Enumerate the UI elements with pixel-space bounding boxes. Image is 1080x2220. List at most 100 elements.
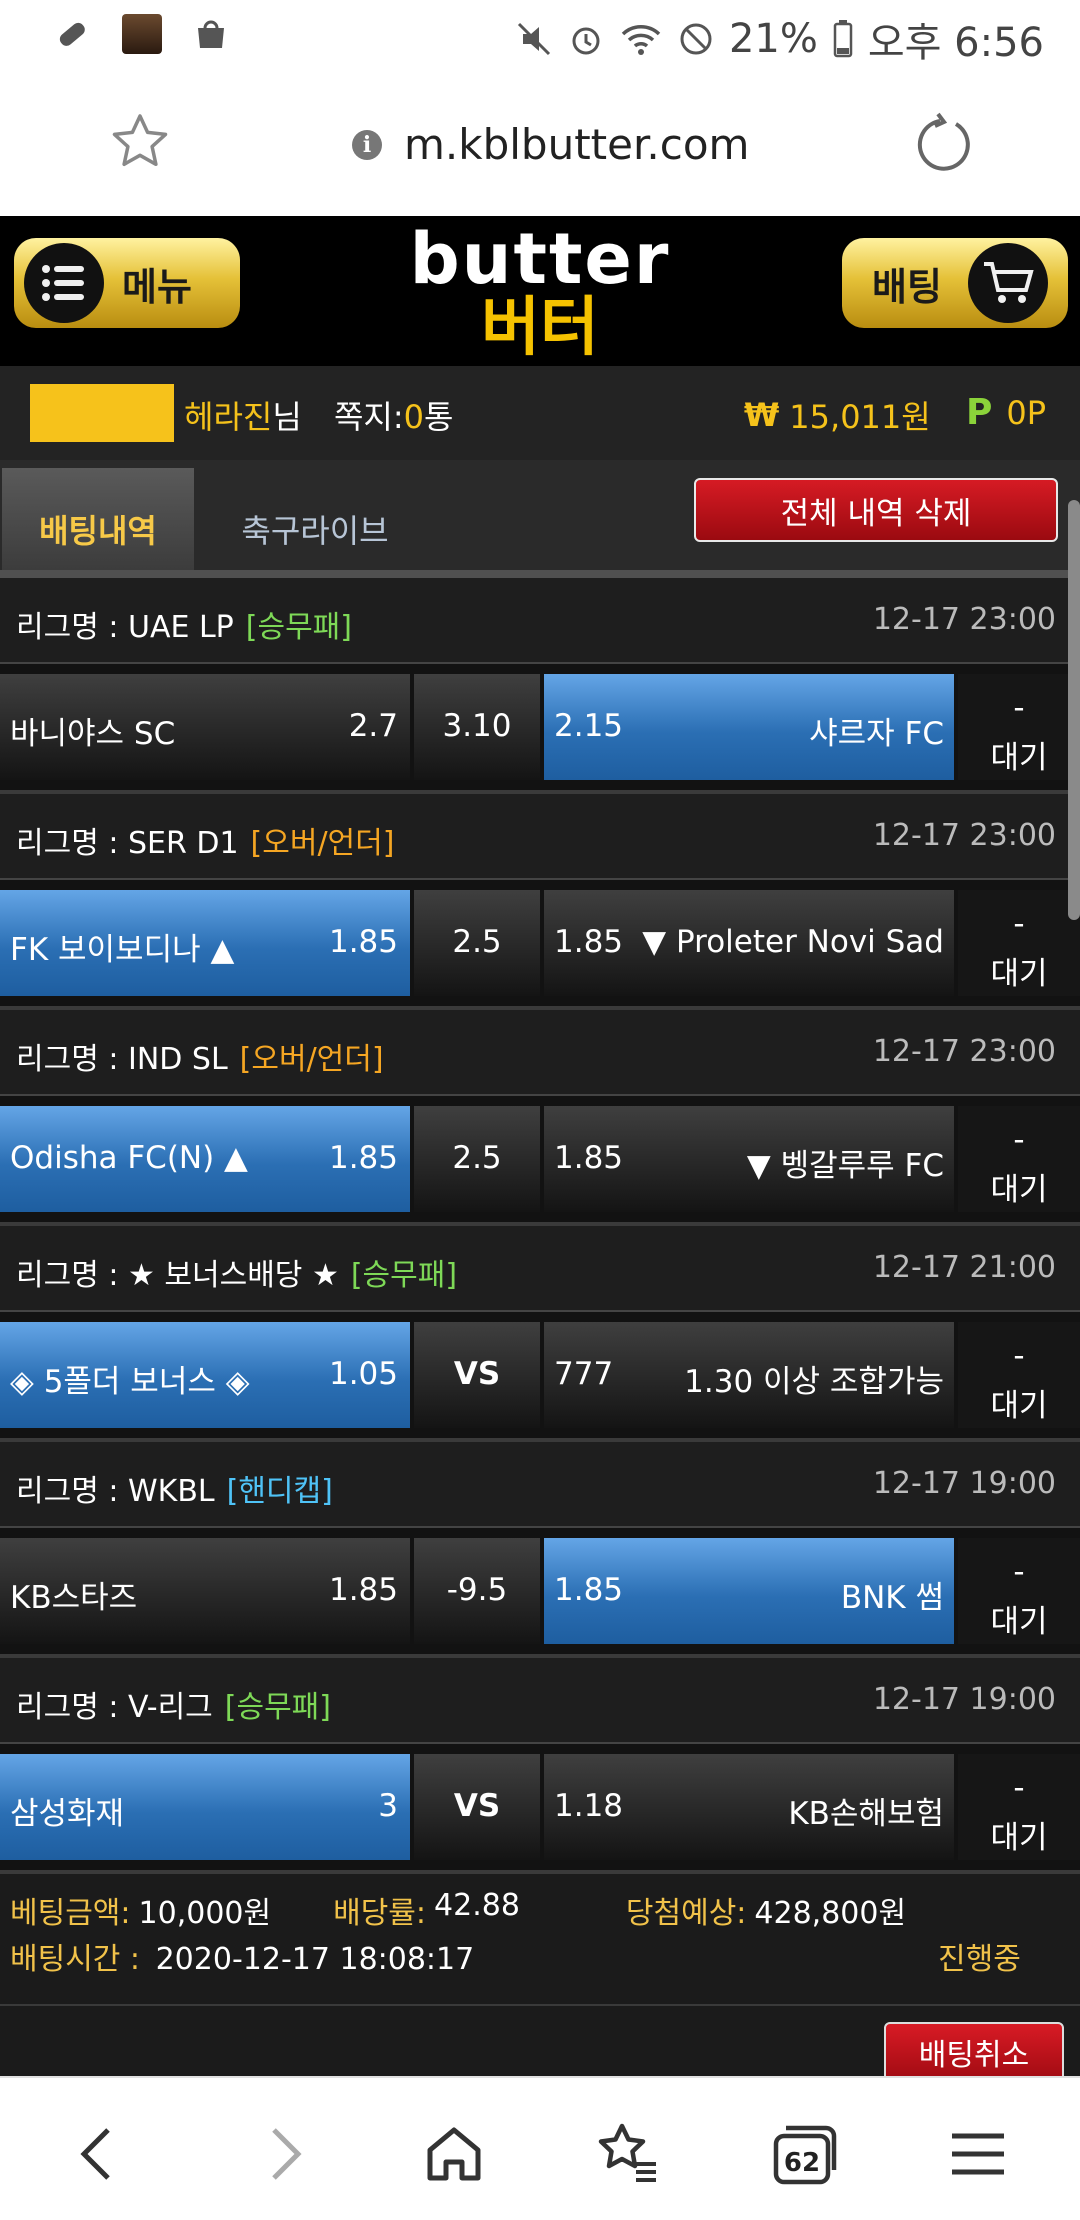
status-bar: 21% 오후 6:56 (0, 0, 1080, 72)
away-pick[interactable]: 1.18 KB손해보험 (544, 1754, 954, 1860)
status-label: 대기 (990, 1388, 1048, 1424)
match-time: 12-17 23:00 (872, 1034, 1056, 1069)
away-pick[interactable]: 1.85 ▼ 벵갈루루 FC (544, 1106, 954, 1212)
draw-or-line[interactable]: 2.5 (414, 890, 540, 996)
status-label: 대기 (990, 956, 1048, 992)
home-team: ◈ 5폴더 보너스 ◈ (10, 1364, 250, 1400)
match-row: FK 보이보디나 ▲ 1.85 2.5 1.85 ▼ Proleter Novi Sad… (0, 880, 1080, 1010)
home-pick[interactable]: ◈ 5폴더 보너스 ◈ 1.05 (0, 1322, 410, 1428)
forward-icon[interactable] (246, 2118, 318, 2190)
away-odds: 777 (554, 1356, 614, 1392)
home-pick[interactable]: KB스타즈 1.85 (0, 1538, 410, 1644)
match-row: KB스타즈 1.85 -9.5 1.85 BNK 썸 - 대기 (0, 1528, 1080, 1658)
away-pick[interactable]: 777 1.30 이상 조합가능 (544, 1322, 954, 1428)
league-label: 리그명 : UAE LP (16, 610, 234, 645)
battery-icon (833, 20, 853, 58)
site-header: 메뉴 butter 버터 배팅 (0, 216, 1080, 366)
away-pick[interactable]: 1.85 BNK 썸 (544, 1538, 954, 1644)
match-time: 12-17 23:00 (872, 602, 1056, 637)
user-name: 헤라진 (184, 398, 273, 436)
match-row: 삼성화재 3 VS 1.18 KB손해보험 - 대기 (0, 1744, 1080, 1874)
user-suffix: 님 (272, 398, 302, 436)
match-time: 12-17 19:00 (872, 1466, 1056, 1501)
home-pick[interactable]: 바니야스 SC 2.7 (0, 674, 410, 780)
divider (0, 2004, 1080, 2006)
message-link[interactable]: 쪽지:0통 (334, 398, 453, 436)
league-row: 리그명 : WKBL [핸디캡] 12-17 19:00 (0, 1442, 1080, 1528)
result-status: - 대기 (958, 1538, 1080, 1644)
match-time: 12-17 23:00 (872, 818, 1056, 853)
away-odds: 1.85 (554, 1140, 624, 1176)
bet-time-label: 배팅시간 : (10, 1942, 141, 1977)
home-odds: 1.05 (328, 1356, 398, 1392)
league-name: 리그명 : UAE LP [승무패] (16, 602, 352, 646)
total-odds: 42.88 (434, 1888, 520, 1923)
bet-amount: 10,000원 (138, 1896, 272, 1931)
league-label: 리그명 : WKBL (16, 1474, 215, 1509)
menu-button[interactable]: 메뉴 (14, 238, 240, 328)
tab-betting-history[interactable]: 배팅내역 (2, 468, 194, 570)
user-info-bar: 헤라진님 쪽지:0통 ₩ 15,011원 P 0P (0, 366, 1080, 460)
bet-time: 2020-12-17 18:08:17 (155, 1942, 475, 1977)
home-odds: 1.85 (328, 924, 398, 960)
reload-icon[interactable] (912, 112, 976, 176)
bet-slip-button[interactable]: 배팅 (842, 238, 1068, 328)
draw-or-line[interactable]: -9.5 (414, 1538, 540, 1644)
expected-win: 428,800원 (754, 1896, 907, 1931)
browser-nav-bar: 62 (0, 2076, 1080, 2220)
home-pick[interactable]: Odisha FC(N) ▲ 1.85 (0, 1106, 410, 1212)
league-name: 리그명 : V-리그 [승무패] (16, 1682, 331, 1726)
home-odds: 3 (378, 1788, 398, 1824)
home-pick[interactable]: 삼성화재 3 (0, 1754, 410, 1860)
draw-or-line[interactable]: VS (414, 1322, 540, 1428)
browser-address-bar: i m.kblbutter.com (0, 72, 1080, 216)
league-row: 리그명 : SER D1 [오버/언더] 12-17 23:00 (0, 794, 1080, 880)
bookmark-star-icon[interactable] (108, 110, 172, 174)
bet-type-tag: [승무패] (350, 1258, 458, 1293)
info-icon[interactable]: i (352, 129, 382, 160)
tab-soccer-live[interactable]: 축구라이브 (200, 468, 430, 570)
home-team: Odisha FC(N) ▲ (10, 1140, 248, 1176)
status-label: 대기 (990, 1820, 1048, 1856)
back-icon[interactable] (64, 2118, 136, 2190)
status-label: 대기 (990, 1172, 1048, 1208)
menu-icon[interactable] (942, 2118, 1014, 2190)
result-status: - 대기 (958, 1322, 1080, 1428)
league-row: 리그명 : ★ 보너스배당 ★ [승무패] 12-17 21:00 (0, 1226, 1080, 1312)
tabs-icon[interactable]: 62 (770, 2118, 842, 2190)
away-odds: 1.85 (554, 924, 624, 960)
away-odds: 1.85 (554, 1572, 624, 1608)
hamburger-icon (24, 243, 104, 323)
user-greeting: 헤라진님 쪽지:0통 (184, 392, 453, 438)
bet-type-tag: [핸디캡] (226, 1474, 333, 1509)
cancel-bet-button[interactable]: 배팅취소 (884, 2022, 1064, 2082)
message-label: 쪽지: (333, 398, 404, 436)
pill-icon (59, 22, 85, 46)
home-pick[interactable]: FK 보이보디나 ▲ 1.85 (0, 890, 410, 996)
balance-amount: 15,011원 (789, 398, 931, 436)
home-icon[interactable] (418, 2118, 490, 2190)
site-logo[interactable]: butter 버터 (404, 222, 676, 362)
league-name: 리그명 : ★ 보너스배당 ★ [승무패] (16, 1250, 457, 1294)
match-row: 바니야스 SC 2.7 3.10 2.15 샤르자 FC - 대기 (0, 664, 1080, 794)
away-pick[interactable]: 2.15 샤르자 FC (544, 674, 954, 780)
draw-or-line[interactable]: 2.5 (414, 1106, 540, 1212)
league-name: 리그명 : IND SL [오버/언더] (16, 1034, 384, 1078)
draw-or-line[interactable]: VS (414, 1754, 540, 1860)
scrollbar[interactable] (1068, 500, 1080, 920)
away-team: 샤르자 FC (809, 716, 944, 752)
url-field[interactable]: i m.kblbutter.com (352, 120, 749, 169)
draw-or-line[interactable]: 3.10 (414, 674, 540, 780)
result-dash: - (1013, 690, 1025, 726)
away-odds: 1.18 (554, 1788, 624, 1824)
delete-all-button[interactable]: 전체 내역 삭제 (694, 478, 1058, 542)
progress-status: 진행중 (938, 1942, 1021, 1977)
wifi-icon (621, 25, 661, 55)
bet-type-tag: [승무패] (224, 1690, 331, 1725)
odds-label: 배당률: (333, 1896, 427, 1931)
clock: 오후 6:56 (867, 20, 1044, 66)
bookmarks-icon[interactable] (592, 2118, 664, 2190)
alarm-icon (572, 27, 600, 55)
away-pick[interactable]: 1.85 ▼ Proleter Novi Sad (544, 890, 954, 996)
message-unit: 통 (423, 398, 454, 436)
